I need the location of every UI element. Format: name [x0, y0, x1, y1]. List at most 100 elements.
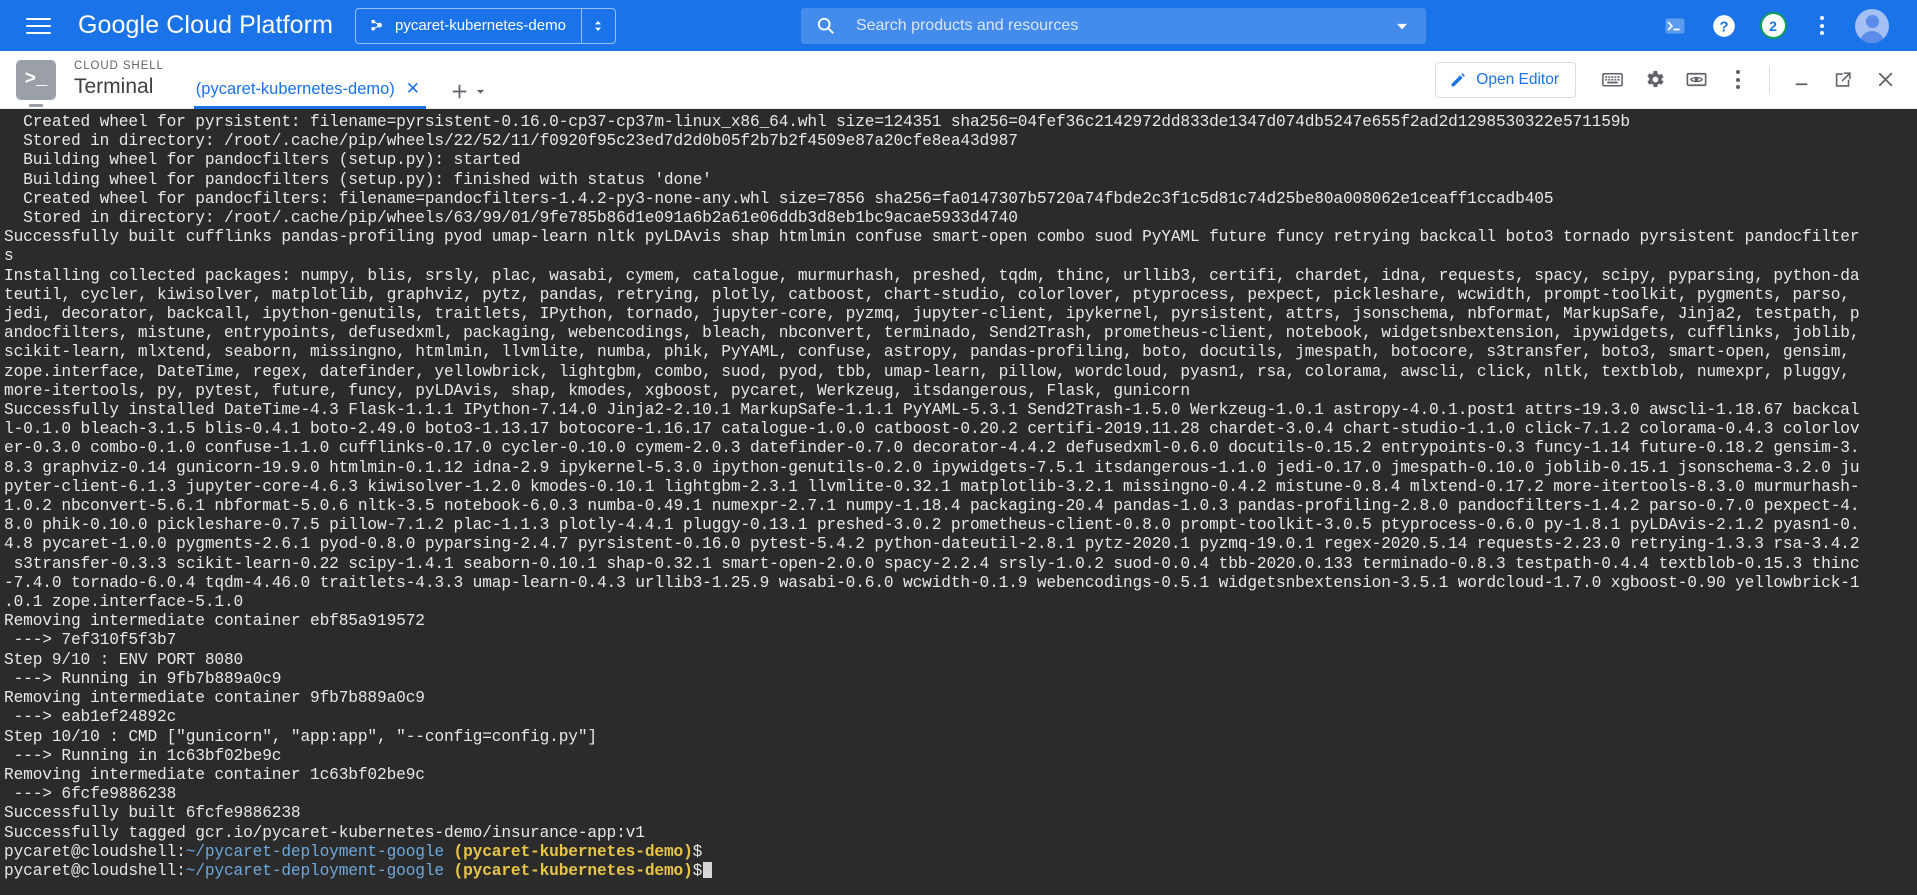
project-selector[interactable]: pycaret-kubernetes-demo	[355, 8, 616, 44]
terminal-line: Successfully built cufflinks pandas-prof…	[4, 228, 1917, 247]
open-in-new-window-button[interactable]	[1823, 60, 1863, 100]
terminal-line: Stored in directory: /root/.cache/pip/wh…	[4, 132, 1917, 151]
notifications-button[interactable]: 2	[1751, 4, 1795, 48]
terminal-line: Removing intermediate container 1c63bf02…	[4, 766, 1917, 785]
open-editor-button[interactable]: Open Editor	[1435, 62, 1576, 98]
terminal-line: ---> eab1ef24892c	[4, 708, 1917, 727]
search-input[interactable]	[854, 16, 1384, 36]
cloud-shell-toolbar: >_ CLOUD SHELL Terminal (pycaret-kuberne…	[0, 51, 1917, 109]
terminal-line: er-0.3.0 combo-0.1.0 confuse-1.1.0 cuffl…	[4, 439, 1917, 458]
close-shell-button[interactable]	[1865, 60, 1905, 100]
terminal-cursor	[703, 862, 712, 878]
header-more-options-button[interactable]	[1800, 4, 1844, 48]
terminal-line: s	[4, 247, 1917, 266]
terminal-line: scikit-learn, mlxtend, seaborn, missingn…	[4, 343, 1917, 362]
terminal-line: Step 9/10 : ENV PORT 8080	[4, 651, 1917, 670]
search-dropdown-button[interactable]	[1392, 16, 1412, 36]
terminal-line: .0.1 zope.interface-5.1.0	[4, 593, 1917, 612]
cloud-shell-icon: >_	[16, 60, 56, 100]
keyboard-shortcuts-button[interactable]	[1592, 60, 1632, 100]
gcp-header: Google Cloud Platform pycaret-kubernetes…	[0, 0, 1917, 51]
terminal-tab-bar: (pycaret-kubernetes-demo) ✕	[194, 51, 487, 109]
terminal-line: Successfully tagged gcr.io/pycaret-kuber…	[4, 824, 1917, 843]
gear-icon	[1643, 68, 1666, 91]
dots-vertical-icon	[1736, 70, 1740, 89]
minimize-shell-button[interactable]	[1781, 60, 1821, 100]
terminal-line: teutil, cycler, kiwisolver, matplotlib, …	[4, 286, 1917, 305]
activate-cloud-shell-button[interactable]	[1653, 4, 1697, 48]
notification-count-badge: 2	[1760, 12, 1787, 39]
project-name-label: pycaret-kubernetes-demo	[395, 17, 566, 34]
prompt-symbol: $	[693, 862, 703, 880]
terminal-line: Building wheel for pandocfilters (setup.…	[4, 151, 1917, 170]
prompt-user-host: pycaret@cloudshell:	[4, 862, 186, 880]
terminal-line: ---> Running in 1c63bf02be9c	[4, 747, 1917, 766]
help-circle-icon: ?	[1711, 13, 1737, 39]
terminal-line: Created wheel for pyrsistent: filename=p…	[4, 113, 1917, 132]
cloud-shell-glyph: >_	[25, 70, 48, 89]
toolbar-divider	[1769, 67, 1770, 93]
terminal-output-panel[interactable]: Created wheel for pyrsistent: filename=p…	[0, 109, 1917, 895]
terminal-prompt-line: pycaret@cloudshell:~/pycaret-deployment-…	[4, 843, 1917, 862]
gcp-brand-title: Google Cloud Platform	[78, 11, 333, 40]
terminal-line: 1.0.2 nbconvert-5.6.1 nbformat-5.0.6 nlt…	[4, 497, 1917, 516]
terminal-line: Stored in directory: /root/.cache/pip/wh…	[4, 209, 1917, 228]
prompt-project: (pycaret-kubernetes-demo)	[454, 843, 693, 861]
terminal-line: zope.interface, DateTime, regex, datefin…	[4, 363, 1917, 382]
prompt-project: (pycaret-kubernetes-demo)	[454, 862, 693, 880]
keyboard-icon	[1601, 68, 1624, 91]
close-icon	[1874, 68, 1897, 91]
plus-icon[interactable]	[448, 80, 471, 103]
minimize-icon	[1790, 68, 1813, 91]
terminal-line: s3transfer-0.3.3 scikit-learn-0.22 scipy…	[4, 555, 1917, 574]
account-avatar[interactable]	[1855, 9, 1889, 43]
terminal-tab-active[interactable]: (pycaret-kubernetes-demo) ✕	[194, 53, 426, 109]
terminal-line: more-itertools, py, pytest, future, func…	[4, 382, 1917, 401]
terminal-line: Removing intermediate container 9fb7b889…	[4, 689, 1917, 708]
terminal-line: Installing collected packages: numpy, bl…	[4, 267, 1917, 286]
terminal-line: ---> 6fcfe9886238	[4, 785, 1917, 804]
chevron-down-icon	[1392, 16, 1412, 36]
close-icon[interactable]: ✕	[406, 59, 420, 99]
shell-toolbar-actions: Open Editor	[1435, 60, 1917, 100]
cloud-shell-title: Terminal	[74, 74, 164, 100]
terminal-line: l-0.1.0 bleach-3.1.5 blis-0.4.1 boto-2.4…	[4, 420, 1917, 439]
terminal-line: Building wheel for pandocfilters (setup.…	[4, 171, 1917, 190]
shell-more-menu-button[interactable]	[1718, 60, 1758, 100]
terminal-line: -7.4.0 tornado-6.0.4 tqdm-4.46.0 traitle…	[4, 574, 1917, 593]
terminal-line: Successfully built 6fcfe9886238	[4, 804, 1917, 823]
cloud-shell-eyebrow: CLOUD SHELL	[74, 59, 164, 74]
project-selector-main[interactable]: pycaret-kubernetes-demo	[356, 9, 581, 43]
help-button[interactable]: ?	[1702, 4, 1746, 48]
prompt-path: ~/pycaret-deployment-google	[186, 843, 444, 861]
terminal-lines: Created wheel for pyrsistent: filename=p…	[0, 113, 1917, 881]
terminal-icon	[1663, 14, 1687, 38]
terminal-line: ---> Running in 9fb7b889a0c9	[4, 670, 1917, 689]
chevron-down-icon[interactable]	[474, 85, 487, 98]
terminal-line: Created wheel for pandocfilters: filenam…	[4, 190, 1917, 209]
terminal-line: 8.0 phik-0.10.0 pickleshare-0.7.5 pillow…	[4, 516, 1917, 535]
terminal-settings-button[interactable]	[1634, 60, 1674, 100]
hamburger-icon[interactable]	[26, 11, 56, 41]
header-actions: ? 2	[1653, 4, 1903, 48]
unfold-more-icon	[590, 18, 606, 34]
terminal-line: jedi, decorator, backcall, ipython-genut…	[4, 305, 1917, 324]
prompt-path: ~/pycaret-deployment-google	[186, 862, 444, 880]
svg-text:?: ?	[1719, 18, 1728, 35]
open-editor-label: Open Editor	[1476, 71, 1559, 89]
pencil-icon	[1449, 71, 1467, 89]
terminal-line: Removing intermediate container ebf85a91…	[4, 612, 1917, 631]
terminal-line: Successfully installed DateTime-4.3 Flas…	[4, 401, 1917, 420]
search-bar[interactable]	[801, 8, 1426, 44]
new-tab-group[interactable]	[448, 80, 487, 109]
terminal-line: 4.8 pycaret-1.0.0 pygments-2.6.1 pyod-0.…	[4, 535, 1917, 554]
web-preview-button[interactable]	[1676, 60, 1716, 100]
cloud-shell-titles: CLOUD SHELL Terminal	[74, 59, 164, 100]
project-unfold-button[interactable]	[582, 9, 615, 43]
terminal-line: pyter-client-6.1.3 jupyter-core-4.6.3 ki…	[4, 478, 1917, 497]
prompt-symbol: $	[693, 843, 703, 861]
terminal-prompt-line: pycaret@cloudshell:~/pycaret-deployment-…	[4, 862, 1917, 881]
terminal-line: ---> 7ef310f5f3b7	[4, 631, 1917, 650]
dots-vertical-icon	[1820, 16, 1824, 35]
web-preview-icon	[1685, 68, 1708, 91]
